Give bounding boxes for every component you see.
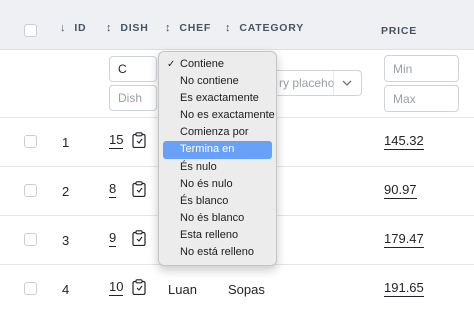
column-header-category[interactable]: ↕ CATEGORY — [225, 22, 304, 34]
category-filter-select[interactable]: ry placeho — [272, 70, 362, 96]
price-min-input[interactable]: Min — [384, 55, 459, 82]
dish-id-value[interactable]: 9 — [109, 230, 117, 247]
row-index: 4 — [62, 282, 70, 297]
dish-filter-input[interactable]: Dish — [109, 85, 157, 111]
row-checkbox[interactable] — [24, 184, 37, 197]
price-value[interactable]: 191.65 — [384, 280, 424, 297]
price-value[interactable]: 90.97 — [384, 182, 417, 199]
price-value[interactable]: 145.32 — [384, 133, 424, 150]
row-index: 3 — [62, 233, 70, 248]
column-header-price[interactable]: PRICE — [381, 25, 417, 37]
row-checkbox[interactable] — [24, 233, 37, 246]
checkmark-icon: ✓ — [167, 59, 176, 70]
column-header-id[interactable]: ↓ ID — [60, 22, 86, 34]
menu-item-no-esta-relleno[interactable]: No está relleno — [163, 244, 272, 261]
chef-cell: Luan — [168, 282, 197, 297]
row-checkbox[interactable] — [24, 282, 37, 295]
table-row[interactable]: 4 10 Luan Sopas 191.65 — [0, 265, 474, 312]
sort-icon: ↕ — [225, 22, 232, 34]
column-header-dish[interactable]: ↕ DISH — [106, 22, 149, 34]
filter-operator-menu: ✓ Contiene No contiene Es exactamente No … — [158, 51, 277, 266]
menu-item-no-es-exactamente[interactable]: No es exactamente — [163, 107, 275, 124]
menu-item-es-exactamente[interactable]: Es exactamente — [163, 90, 272, 107]
menu-item-no-contiene[interactable]: No contiene — [163, 73, 272, 90]
dish-id-value[interactable]: 10 — [109, 279, 124, 296]
clipboard-icon[interactable] — [132, 230, 146, 246]
sort-descending-icon: ↓ — [60, 22, 67, 34]
table-header: ↓ ID ↕ DISH ↕ CHEF ↕ CATEGORY PRICE — [0, 0, 474, 50]
menu-item-es-nulo[interactable]: És nulo — [163, 159, 272, 176]
menu-item-esta-relleno[interactable]: Esta relleno — [163, 227, 272, 244]
clipboard-icon[interactable] — [132, 132, 146, 148]
clipboard-icon[interactable] — [132, 181, 146, 197]
clipboard-icon[interactable] — [132, 279, 146, 295]
dish-id-value[interactable]: 15 — [109, 132, 124, 149]
price-value[interactable]: 179.47 — [384, 231, 424, 248]
sort-icon: ↕ — [165, 22, 172, 34]
select-all-checkbox[interactable] — [24, 24, 37, 37]
dish-filter-operator-select[interactable]: C — [109, 56, 157, 82]
row-index: 2 — [62, 184, 70, 199]
column-header-chef[interactable]: ↕ CHEF — [165, 22, 211, 34]
menu-item-comienza-por[interactable]: Comienza por — [163, 124, 272, 141]
row-index: 1 — [62, 135, 70, 150]
row-checkbox[interactable] — [24, 135, 37, 148]
price-max-input[interactable]: Max — [384, 85, 459, 112]
dish-id-value[interactable]: 8 — [109, 181, 117, 198]
sort-icon: ↕ — [106, 22, 113, 34]
menu-item-no-es-blanco[interactable]: No és blanco — [163, 210, 272, 227]
menu-item-es-blanco[interactable]: És blanco — [163, 193, 272, 210]
chevron-down-icon — [333, 71, 352, 95]
menu-item-contiene[interactable]: ✓ Contiene — [163, 56, 272, 73]
menu-item-no-es-nulo[interactable]: No és nulo — [163, 176, 272, 193]
menu-item-termina-en[interactable]: Termina en — [163, 141, 272, 159]
category-cell: Sopas — [228, 282, 265, 297]
